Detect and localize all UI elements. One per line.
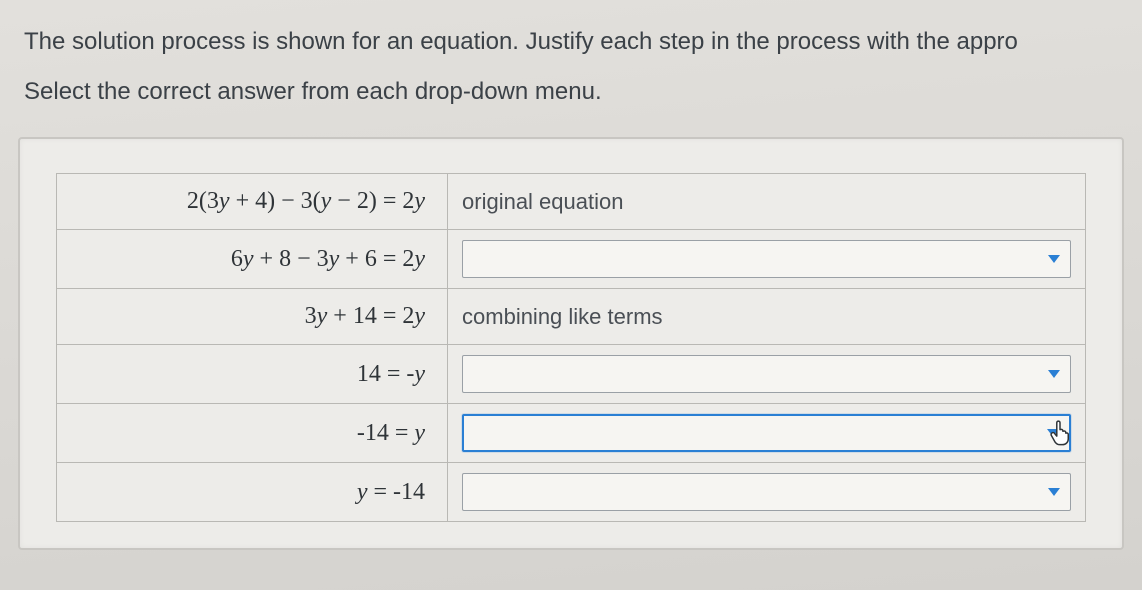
prompt-line-1: The solution process is shown for an equ… [24,28,1018,55]
chevron-down-icon [1047,429,1059,437]
table-row: 6y + 8 − 3y + 6 = 2y [57,230,1086,289]
table-row: 3y + 14 = 2y combining like terms [57,289,1086,345]
justification-dropdown[interactable] [462,414,1071,452]
solution-table: 2(3y + 4) − 3(y − 2) = 2y original equat… [56,173,1086,522]
chevron-down-icon [1048,255,1060,263]
table-row: 2(3y + 4) − 3(y − 2) = 2y original equat… [57,174,1086,230]
solution-panel: 2(3y + 4) − 3(y − 2) = 2y original equat… [18,137,1124,550]
equation-cell: 2(3y + 4) − 3(y − 2) = 2y [57,174,448,230]
equation-cell: 6y + 8 − 3y + 6 = 2y [57,230,448,289]
justification-dropdown[interactable] [462,240,1071,278]
justification-text: combining like terms [462,304,663,329]
justification-dropdown[interactable] [462,473,1071,511]
equation-cell: -14 = y [57,404,448,463]
prompt-line-2: Select the correct answer from each drop… [24,72,1118,112]
justification-dropdown[interactable] [462,355,1071,393]
chevron-down-icon [1048,370,1060,378]
justification-cell [448,404,1086,463]
justification-cell: combining like terms [448,289,1086,345]
justification-cell [448,230,1086,289]
chevron-down-icon [1048,488,1060,496]
equation-cell: 3y + 14 = 2y [57,289,448,345]
justification-cell [448,345,1086,404]
justification-cell [448,463,1086,522]
justification-cell: original equation [448,174,1086,230]
justification-text: original equation [462,189,623,214]
table-row: y = -14 [57,463,1086,522]
equation-cell: y = -14 [57,463,448,522]
equation-cell: 14 = -y [57,345,448,404]
question-prompt: The solution process is shown for an equ… [18,0,1124,111]
table-row: -14 = y [57,404,1086,463]
table-row: 14 = -y [57,345,1086,404]
